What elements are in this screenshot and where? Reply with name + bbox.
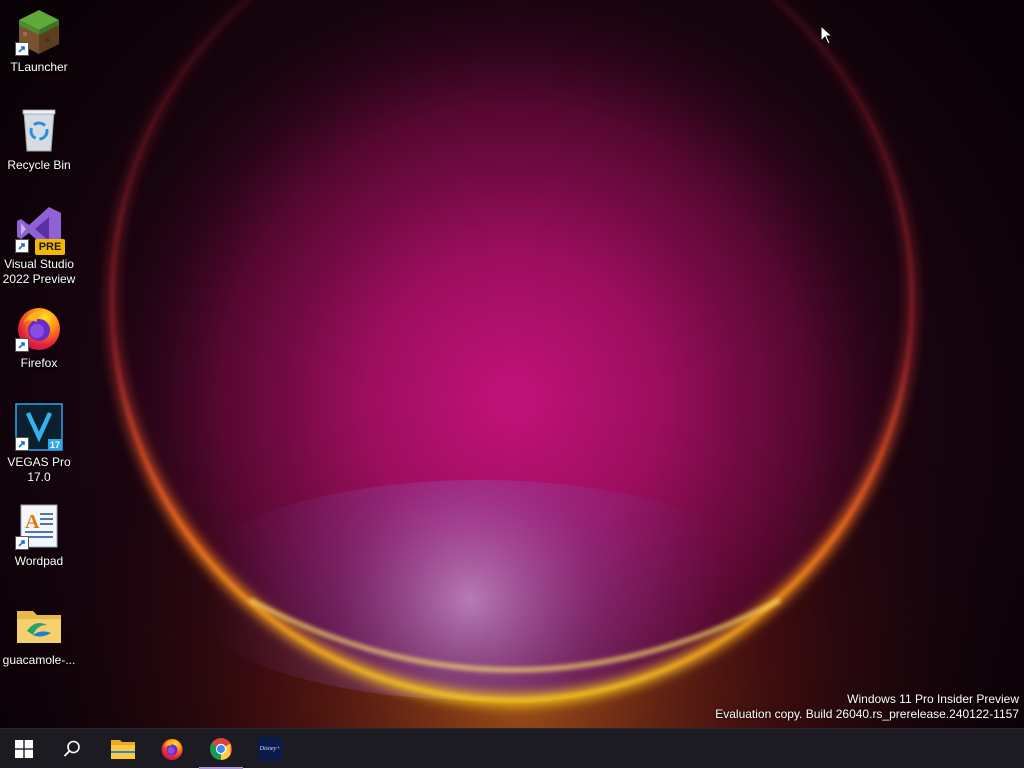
desktop-icon-wordpad[interactable]: A Wordpad	[0, 502, 78, 569]
vegas-pro-icon: 17	[15, 403, 63, 451]
watermark-line-build: Evaluation copy. Build 26040.rs_prerelea…	[715, 707, 1019, 721]
taskbar: Disney+	[0, 728, 1024, 769]
bloom-wallpaper	[0, 0, 1024, 728]
desktop-icon-label: guacamole-...	[2, 653, 76, 667]
desktop-icon-label: Visual Studio 2022 Preview	[2, 257, 76, 286]
shortcut-arrow-icon	[15, 437, 29, 451]
desktop-icon-visual-studio-2022-preview[interactable]: PRE Visual Studio 2022 Preview	[0, 205, 78, 287]
wordpad-icon: A	[15, 502, 63, 550]
recycle-bin-icon	[15, 106, 63, 154]
desktop-icon-guacamole-folder[interactable]: guacamole-...	[0, 601, 78, 668]
search-button[interactable]	[48, 729, 96, 769]
chrome-icon	[210, 738, 232, 760]
desktop-icon-tlauncher[interactable]: TLauncher	[0, 8, 78, 75]
shortcut-arrow-icon	[15, 338, 29, 352]
desktop-icon-label: VEGAS Pro 17.0	[7, 455, 71, 484]
desktop-icon-label: Firefox	[20, 356, 58, 370]
shortcut-arrow-icon	[15, 239, 29, 253]
firefox-icon	[15, 304, 63, 352]
file-explorer-button[interactable]	[99, 729, 147, 769]
visual-studio-preview-icon: PRE	[15, 205, 65, 255]
desktop-icon-label: Recycle Bin	[7, 158, 71, 172]
chrome-taskbar-button[interactable]	[197, 729, 245, 769]
version-badge: 17	[48, 439, 62, 450]
disney-plus-taskbar-button[interactable]: Disney+	[246, 729, 294, 769]
folder-icon	[15, 601, 63, 649]
firefox-taskbar-button[interactable]	[148, 729, 196, 769]
insider-preview-watermark: Windows 11 Pro Insider Preview Evaluatio…	[715, 692, 1019, 722]
tlauncher-grass-block-icon	[15, 8, 63, 56]
desktop-icon-firefox[interactable]: Firefox	[0, 304, 78, 371]
pre-badge: PRE	[35, 239, 65, 255]
firefox-icon	[161, 739, 183, 760]
watermark-line-edition: Windows 11 Pro Insider Preview	[847, 692, 1019, 706]
desktop-icon-recycle-bin[interactable]: Recycle Bin	[0, 106, 78, 173]
disney-plus-icon: Disney+	[258, 737, 282, 761]
disney-plus-logo-text: Disney+	[259, 746, 281, 752]
file-explorer-icon	[111, 740, 135, 759]
shortcut-arrow-icon	[15, 536, 29, 550]
windows-logo-icon	[15, 740, 33, 758]
start-button[interactable]	[0, 729, 48, 769]
mouse-pointer-icon	[820, 25, 834, 45]
desktop-icon-vegas-pro[interactable]: 17 VEGAS Pro 17.0	[0, 403, 78, 485]
svg-text:A: A	[25, 511, 40, 533]
desktop-icon-label: TLauncher	[10, 60, 68, 74]
search-icon	[63, 740, 80, 757]
desktop-icon-label: Wordpad	[14, 554, 64, 568]
shortcut-arrow-icon	[15, 42, 29, 56]
desktop[interactable]: TLauncher Recycle Bin PRE Visual Studio …	[0, 0, 1024, 728]
